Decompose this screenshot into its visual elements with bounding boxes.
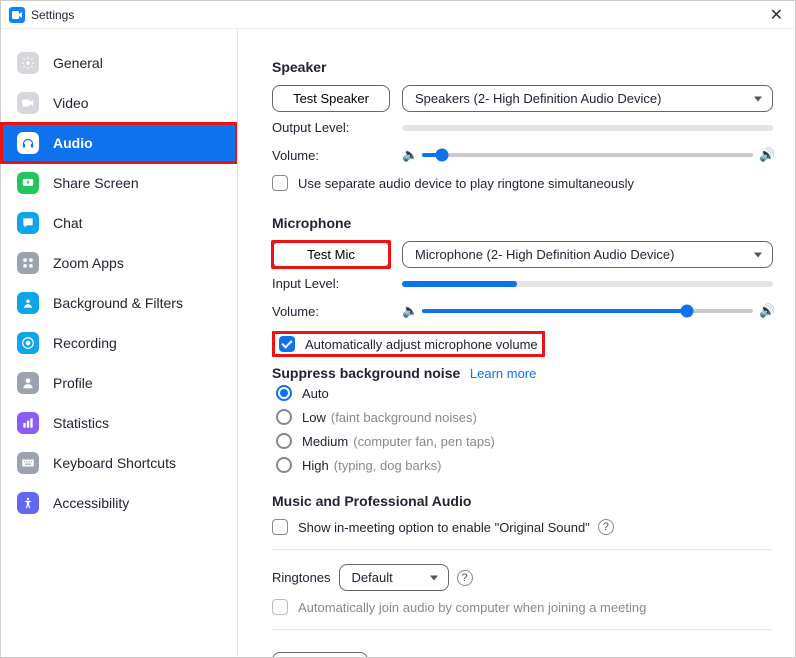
- speaker-volume-slider[interactable]: [422, 143, 753, 167]
- sidebar-item-audio[interactable]: Audio: [1, 123, 237, 163]
- sidebar-item-zoom-apps[interactable]: Zoom Apps: [1, 243, 237, 283]
- sidebar-item-label: Share Screen: [53, 175, 139, 191]
- mic-device-select[interactable]: Microphone (2- High Definition Audio Dev…: [402, 241, 773, 268]
- share-icon: [17, 172, 39, 194]
- sidebar-item-label: General: [53, 55, 103, 71]
- auto-adjust-mic-checkbox[interactable]: [279, 336, 295, 352]
- sidebar-item-label: Background & Filters: [53, 295, 183, 311]
- mic-volume-high-icon: 🔊: [759, 303, 773, 319]
- output-level-meter: [402, 125, 773, 131]
- close-button[interactable]: ✕: [766, 5, 787, 25]
- sidebar-item-chat[interactable]: Chat: [1, 203, 237, 243]
- suppress-option-label: Auto: [302, 386, 329, 401]
- suppress-radio[interactable]: [276, 385, 292, 401]
- test-speaker-button[interactable]: Test Speaker: [272, 85, 390, 112]
- sidebar-item-label: Accessibility: [53, 495, 129, 511]
- a11y-icon: [17, 492, 39, 514]
- output-level-label: Output Level:: [272, 120, 402, 135]
- sidebar-item-recording[interactable]: Recording: [1, 323, 237, 363]
- sidebar-item-label: Audio: [53, 135, 93, 151]
- auto-join-audio-checkbox[interactable]: [272, 599, 288, 615]
- suppress-option-label: Medium: [302, 434, 348, 449]
- window-title: Settings: [31, 8, 74, 22]
- sidebar-item-label: Video: [53, 95, 89, 111]
- auto-adjust-mic-label: Automatically adjust microphone volume: [305, 337, 538, 352]
- test-mic-button[interactable]: Test Mic: [272, 241, 390, 268]
- titlebar: Settings ✕: [1, 1, 795, 29]
- speaker-device-value: Speakers (2- High Definition Audio Devic…: [415, 91, 661, 106]
- mic-volume-label: Volume:: [272, 304, 402, 319]
- microphone-section-title: Microphone: [272, 215, 773, 231]
- separator-2: [272, 629, 773, 630]
- suppress-option-hint: (typing, dog barks): [334, 458, 442, 473]
- keyboard-icon: [17, 452, 39, 474]
- auto-join-audio-label: Automatically join audio by computer whe…: [298, 600, 646, 615]
- suppress-option-label: Low: [302, 410, 326, 425]
- sidebar-item-label: Recording: [53, 335, 117, 351]
- speaker-volume-label: Volume:: [272, 148, 402, 163]
- separate-ringtone-checkbox[interactable]: [272, 175, 288, 191]
- suppress-option-low[interactable]: Low (faint background noises): [272, 405, 773, 429]
- original-sound-label: Show in-meeting option to enable "Origin…: [298, 520, 590, 535]
- video-icon: [17, 92, 39, 114]
- suppress-radio[interactable]: [276, 409, 292, 425]
- sidebar-item-label: Zoom Apps: [53, 255, 124, 271]
- sidebar-item-statistics[interactable]: Statistics: [1, 403, 237, 443]
- sidebar-item-accessibility[interactable]: Accessibility: [1, 483, 237, 523]
- rec-icon: [17, 332, 39, 354]
- mic-device-value: Microphone (2- High Definition Audio Dev…: [415, 247, 674, 262]
- content-pane: Speaker Test Speaker Speakers (2- High D…: [238, 29, 795, 657]
- sidebar-item-label: Chat: [53, 215, 83, 231]
- suppress-radio[interactable]: [276, 457, 292, 473]
- apps-icon: [17, 252, 39, 274]
- original-sound-help-icon[interactable]: ?: [598, 519, 614, 535]
- suppress-option-auto[interactable]: Auto: [272, 381, 773, 405]
- sidebar-item-keyboard-shortcuts[interactable]: Keyboard Shortcuts: [1, 443, 237, 483]
- gear-icon: [17, 52, 39, 74]
- advanced-button[interactable]: Advanced: [272, 652, 368, 657]
- sidebar-item-profile[interactable]: Profile: [1, 363, 237, 403]
- mic-volume-slider[interactable]: [422, 299, 753, 323]
- mic-volume-low-icon: 🔈: [402, 303, 416, 319]
- volume-high-icon: 🔊: [759, 147, 773, 163]
- suppress-option-medium[interactable]: Medium (computer fan, pen taps): [272, 429, 773, 453]
- sidebar-item-label: Keyboard Shortcuts: [53, 455, 176, 471]
- separate-ringtone-label: Use separate audio device to play ringto…: [298, 176, 634, 191]
- volume-low-icon: 🔈: [402, 147, 416, 163]
- sidebar-item-label: Statistics: [53, 415, 109, 431]
- suppress-title: Suppress background noise: [272, 365, 460, 381]
- input-level-label: Input Level:: [272, 276, 402, 291]
- separator: [272, 549, 773, 550]
- ringtones-value: Default: [352, 570, 393, 585]
- stats-icon: [17, 412, 39, 434]
- suppress-option-label: High: [302, 458, 329, 473]
- sidebar-item-label: Profile: [53, 375, 93, 391]
- sidebar: General Video Audio Share Screen Chat Zoom Ap…: [1, 29, 237, 657]
- speaker-section-title: Speaker: [272, 59, 773, 75]
- bg-icon: [17, 292, 39, 314]
- audio-icon: [17, 132, 39, 154]
- ringtones-help-icon[interactable]: ?: [457, 570, 473, 586]
- chat-icon: [17, 212, 39, 234]
- profile-icon: [17, 372, 39, 394]
- input-level-meter: [402, 281, 773, 287]
- sidebar-item-general[interactable]: General: [1, 43, 237, 83]
- sidebar-item-video[interactable]: Video: [1, 83, 237, 123]
- app-icon: [9, 7, 25, 23]
- music-section-title: Music and Professional Audio: [272, 493, 773, 509]
- suppress-option-high[interactable]: High (typing, dog barks): [272, 453, 773, 477]
- ringtones-label: Ringtones: [272, 570, 331, 585]
- suppress-radio[interactable]: [276, 433, 292, 449]
- sidebar-item-share-screen[interactable]: Share Screen: [1, 163, 237, 203]
- speaker-device-select[interactable]: Speakers (2- High Definition Audio Devic…: [402, 85, 773, 112]
- ringtones-select[interactable]: Default: [339, 564, 449, 591]
- suppress-option-hint: (computer fan, pen taps): [353, 434, 495, 449]
- suppress-learn-more-link[interactable]: Learn more: [470, 366, 536, 381]
- original-sound-checkbox[interactable]: [272, 519, 288, 535]
- suppress-option-hint: (faint background noises): [331, 410, 477, 425]
- sidebar-item-background-filters[interactable]: Background & Filters: [1, 283, 237, 323]
